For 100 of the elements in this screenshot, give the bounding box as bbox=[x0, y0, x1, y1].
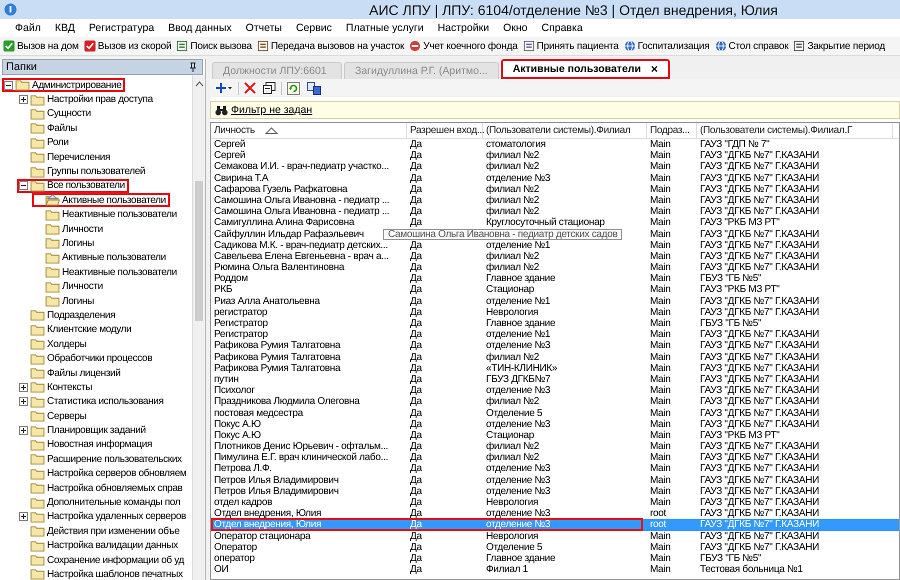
tree-item[interactable]: Группы пользователей bbox=[47, 166, 146, 178]
toolbar-button[interactable]: Вызов из скорой bbox=[98, 40, 172, 52]
column-header[interactable]: (Пользователи системы).Филиал bbox=[483, 123, 647, 138]
table-cell: ГАУЗ "ДГКБ №7" Г.КАЗАНИ bbox=[700, 441, 820, 452]
tree-item[interactable]: Неактивные пользователи bbox=[62, 266, 177, 278]
tree-item[interactable]: Логины bbox=[62, 238, 94, 249]
tree-item[interactable]: Расширение пользовательских bbox=[47, 454, 182, 465]
properties-button[interactable] bbox=[261, 80, 278, 96]
globe-icon[interactable] bbox=[714, 40, 727, 52]
tree-item[interactable]: Настройка валидации данных bbox=[47, 540, 178, 552]
table-cell: Рафикова Румия Талгатовна bbox=[214, 340, 340, 352]
tree-item[interactable]: Файлы bbox=[47, 122, 78, 134]
table-cell: Покус А.Ю bbox=[214, 418, 261, 430]
tab[interactable]: Активные пользователи × bbox=[500, 59, 670, 79]
tree-item[interactable]: Файлы лицензий bbox=[47, 368, 121, 378]
document-icon[interactable] bbox=[793, 40, 806, 52]
tree-item[interactable]: Настройка обновляемых справ bbox=[47, 482, 183, 494]
minus-circle-icon[interactable] bbox=[409, 40, 422, 52]
binoculars-icon bbox=[215, 104, 228, 116]
tree-item[interactable]: Новостная информация bbox=[47, 439, 152, 450]
table-cell: отделение №3 bbox=[486, 508, 550, 520]
table-cell: Главное здание bbox=[486, 273, 556, 284]
tree-item[interactable]: Активные пользователи bbox=[62, 194, 166, 206]
tree-item[interactable]: Личности bbox=[62, 281, 103, 292]
toolbar-button[interactable]: Учет коечного фонда bbox=[423, 40, 518, 52]
checkmark-icon[interactable] bbox=[84, 40, 96, 52]
tree-item[interactable]: Действия при изменении объе bbox=[47, 526, 180, 537]
pin-icon[interactable] bbox=[189, 62, 197, 72]
menu-item[interactable]: Регистратура bbox=[82, 21, 162, 35]
menu-item[interactable]: КВД bbox=[48, 21, 82, 35]
tree-item[interactable]: Холдеры bbox=[47, 338, 86, 350]
collapse-icon[interactable] bbox=[4, 80, 13, 90]
column-header[interactable]: (Пользователи системы).Филиал.Г bbox=[697, 123, 893, 138]
expand-icon[interactable] bbox=[19, 382, 28, 392]
close-button[interactable]: × bbox=[650, 62, 658, 76]
table-cell: Да bbox=[410, 552, 422, 564]
table-cell: Main bbox=[650, 150, 670, 162]
menu-item[interactable]: Сервис bbox=[288, 21, 339, 35]
tree-item[interactable]: Обработчики процессов bbox=[47, 353, 152, 364]
tree-item[interactable]: Неактивные пользователи bbox=[62, 209, 177, 220]
column-header[interactable]: Подраз... bbox=[647, 123, 697, 138]
menu-item[interactable]: Файл bbox=[8, 21, 48, 35]
tree-item[interactable]: Дополнительные команды пол bbox=[47, 497, 180, 508]
export-button[interactable] bbox=[305, 80, 323, 96]
tree-item[interactable]: Настройка шаблонов печатных bbox=[47, 568, 183, 580]
toolbar-button[interactable]: Передача вызовов на участок bbox=[270, 40, 404, 52]
tree-item[interactable]: Администрирование bbox=[32, 80, 122, 91]
table-cell: ГАУЗ "ДГКБ №7" Г.КАЗАНИ bbox=[700, 530, 820, 542]
tree-item[interactable]: Перечисления bbox=[47, 152, 110, 163]
globe-icon[interactable] bbox=[624, 40, 636, 52]
document-icon[interactable] bbox=[522, 40, 535, 52]
tree-item[interactable]: Планировщик заданий bbox=[47, 425, 146, 436]
document-icon[interactable] bbox=[176, 40, 188, 52]
tree-item[interactable]: Сохранение информации об уд bbox=[47, 554, 184, 566]
toolbar-button[interactable]: Вызов на дом bbox=[17, 40, 79, 52]
tree-item[interactable]: Роли bbox=[47, 137, 69, 148]
document-icon[interactable] bbox=[256, 40, 269, 52]
checkmark-icon[interactable] bbox=[3, 40, 15, 52]
tree-item[interactable]: Сущности bbox=[47, 108, 91, 120]
tree-item[interactable]: Клиентские модули bbox=[47, 324, 132, 336]
menu-item[interactable]: Настройки bbox=[430, 21, 496, 35]
expand-icon[interactable] bbox=[19, 95, 28, 104]
expand-icon[interactable] bbox=[19, 426, 28, 436]
column-header[interactable]: Личность bbox=[211, 123, 407, 138]
add-button[interactable] bbox=[213, 80, 235, 96]
toolbar-button[interactable]: Поиск вызова bbox=[190, 40, 252, 52]
toolbar-button[interactable]: Закрытие период bbox=[807, 40, 885, 52]
menu-item[interactable]: Отчеты bbox=[238, 21, 289, 35]
tree-item[interactable]: Настройка серверов обновляем bbox=[47, 468, 186, 480]
toolbar-button[interactable]: Госпитализация bbox=[638, 40, 710, 52]
scroll-up-icon[interactable] bbox=[194, 81, 204, 87]
table-cell: Стационар bbox=[486, 430, 534, 441]
tree-item[interactable]: Серверы bbox=[47, 410, 86, 422]
table-cell: ГАУЗ "ДГКБ №7" Г.КАЗАНИ bbox=[700, 240, 820, 251]
tree-item[interactable]: Активные пользователи bbox=[62, 252, 166, 264]
tree-item[interactable]: Настройки прав доступа bbox=[47, 94, 153, 106]
menu-item[interactable]: Платные услуги bbox=[338, 21, 431, 35]
scrollbar[interactable] bbox=[192, 75, 205, 580]
tree-item[interactable]: Все пользователи bbox=[47, 180, 125, 192]
tree-item[interactable]: Статистика использования bbox=[47, 396, 164, 408]
collapse-icon[interactable] bbox=[19, 181, 28, 190]
menu-item[interactable]: Ввод данных bbox=[161, 21, 239, 35]
tree-item[interactable]: Личности bbox=[62, 224, 103, 235]
column-header[interactable]: Разрешен вход... bbox=[407, 123, 483, 138]
menu-item[interactable]: Справка bbox=[534, 21, 590, 35]
scrollbar-thumb[interactable] bbox=[195, 181, 203, 321]
toolbar-button[interactable]: Стол справок bbox=[728, 40, 788, 52]
menu-item[interactable]: Окно bbox=[496, 21, 534, 35]
toolbar-button[interactable]: Принять пациента bbox=[536, 40, 619, 52]
table-cell: Да bbox=[410, 352, 422, 363]
tree-item[interactable]: Логины bbox=[62, 296, 94, 307]
table-cell: ГАУЗ "ДГКБ №7" Г.КАЗАНИ bbox=[700, 497, 820, 508]
expand-icon[interactable] bbox=[19, 512, 28, 522]
expand-icon[interactable] bbox=[19, 397, 28, 406]
tree-item[interactable]: Контексты bbox=[47, 382, 92, 393]
tree-item[interactable]: Подразделения bbox=[47, 310, 116, 321]
filter-link[interactable]: Фильтр не задан bbox=[231, 104, 312, 116]
tree-item[interactable]: Настройка удаленных серверов bbox=[47, 511, 186, 522]
table-cell: ГАУЗ "ДГКБ №7" Г.КАЗАНИ bbox=[700, 486, 820, 497]
delete-button[interactable] bbox=[242, 80, 258, 96]
